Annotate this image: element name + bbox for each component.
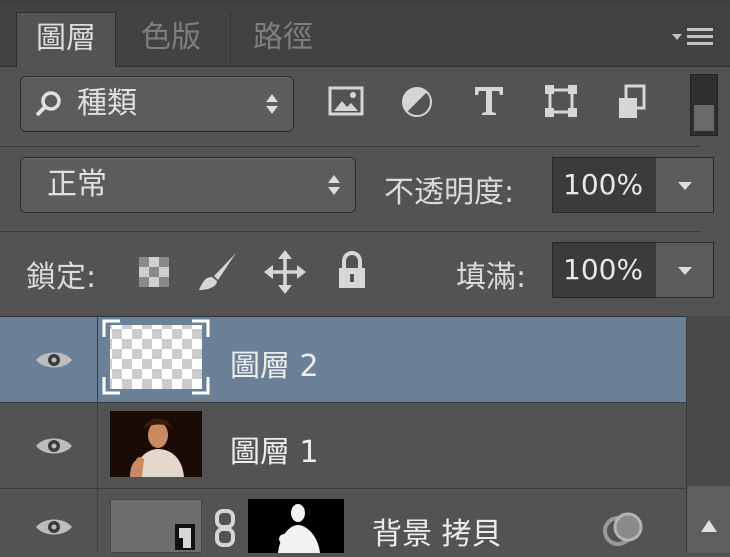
scroll-up-arrow-icon[interactable] — [701, 520, 717, 532]
eye-icon[interactable] — [34, 348, 74, 372]
filter-kind-select[interactable]: 種類 — [20, 76, 294, 132]
fill-dropdown-button[interactable] — [656, 242, 714, 298]
type-filter-icon[interactable] — [472, 84, 506, 115]
blend-row: 正常 不透明度: 100% — [0, 147, 730, 231]
smart-object-filter-icon[interactable] — [616, 84, 650, 118]
lock-image-pixels-icon[interactable] — [196, 250, 240, 294]
filter-row: 種類 — [0, 66, 730, 146]
layer-name[interactable]: 圖層 2 — [230, 341, 319, 385]
fill-label: 填滿: — [456, 260, 527, 295]
layer-row[interactable]: 背景 拷貝 — [0, 489, 686, 553]
select-arrows-icon — [327, 173, 341, 197]
fill-input[interactable]: 100% — [552, 242, 658, 298]
shape-filter-icon[interactable] — [544, 84, 578, 117]
layer-mask-thumbnail[interactable] — [248, 499, 344, 553]
layer-row[interactable]: 圖層 2 — [0, 317, 686, 403]
filter-toggle-switch[interactable] — [690, 74, 718, 136]
filter-kind-label: 種類 — [77, 86, 137, 121]
tab-layers-label: 圖層 — [36, 21, 96, 56]
blend-mode-select[interactable]: 正常 — [20, 157, 356, 213]
visibility-cell[interactable] — [0, 489, 98, 553]
eye-icon[interactable] — [34, 434, 74, 458]
layer-name[interactable]: 背景 拷貝 — [372, 509, 502, 553]
lock-row: 鎖定: 填滿: 100% — [0, 232, 730, 316]
panel-menu-icon[interactable] — [670, 24, 716, 55]
layer-row[interactable]: 圖層 1 — [0, 403, 686, 489]
opacity-label: 不透明度: — [384, 175, 515, 210]
layers-list: 圖層 2 圖層 1 背景 拷貝 — [0, 316, 730, 553]
tab-channels-label: 色版 — [141, 20, 201, 55]
lock-all-icon[interactable] — [336, 250, 368, 290]
scrollbar-thumb[interactable] — [687, 486, 730, 553]
select-arrows-icon — [265, 92, 279, 116]
opacity-dropdown-button[interactable] — [656, 157, 714, 213]
tab-channels[interactable]: 色版 — [116, 12, 226, 66]
opacity-input[interactable]: 100% — [552, 157, 658, 213]
adjustment-thumbnail — [110, 499, 202, 553]
lock-transparent-pixels-icon[interactable] — [138, 256, 170, 288]
eye-icon[interactable] — [34, 515, 74, 539]
lock-label: 鎖定: — [26, 260, 97, 295]
blend-mode-label: 正常 — [47, 167, 107, 202]
layer-thumbnail — [102, 319, 210, 395]
layer-thumbnail-portrait — [110, 411, 202, 477]
tab-paths[interactable]: 路徑 — [230, 12, 335, 66]
adjustment-filter-icon[interactable] — [400, 86, 434, 117]
visibility-cell[interactable] — [0, 403, 98, 488]
layers-scrollbar[interactable] — [686, 316, 730, 553]
smart-object-icon — [173, 520, 199, 552]
layer-name[interactable]: 圖層 1 — [230, 427, 319, 471]
image-filter-icon[interactable] — [328, 86, 364, 116]
tab-layers[interactable]: 圖層 — [16, 12, 116, 67]
tab-paths-label: 路徑 — [253, 20, 313, 55]
link-chain-icon[interactable] — [212, 509, 238, 549]
toggle-knob — [694, 105, 714, 131]
layer-style-fx-icon[interactable] — [602, 511, 646, 547]
panel-tab-bar: 圖層 色版 路徑 — [0, 6, 730, 67]
visibility-cell[interactable] — [0, 317, 98, 402]
lock-position-icon[interactable] — [264, 250, 306, 294]
search-icon — [33, 89, 67, 119]
